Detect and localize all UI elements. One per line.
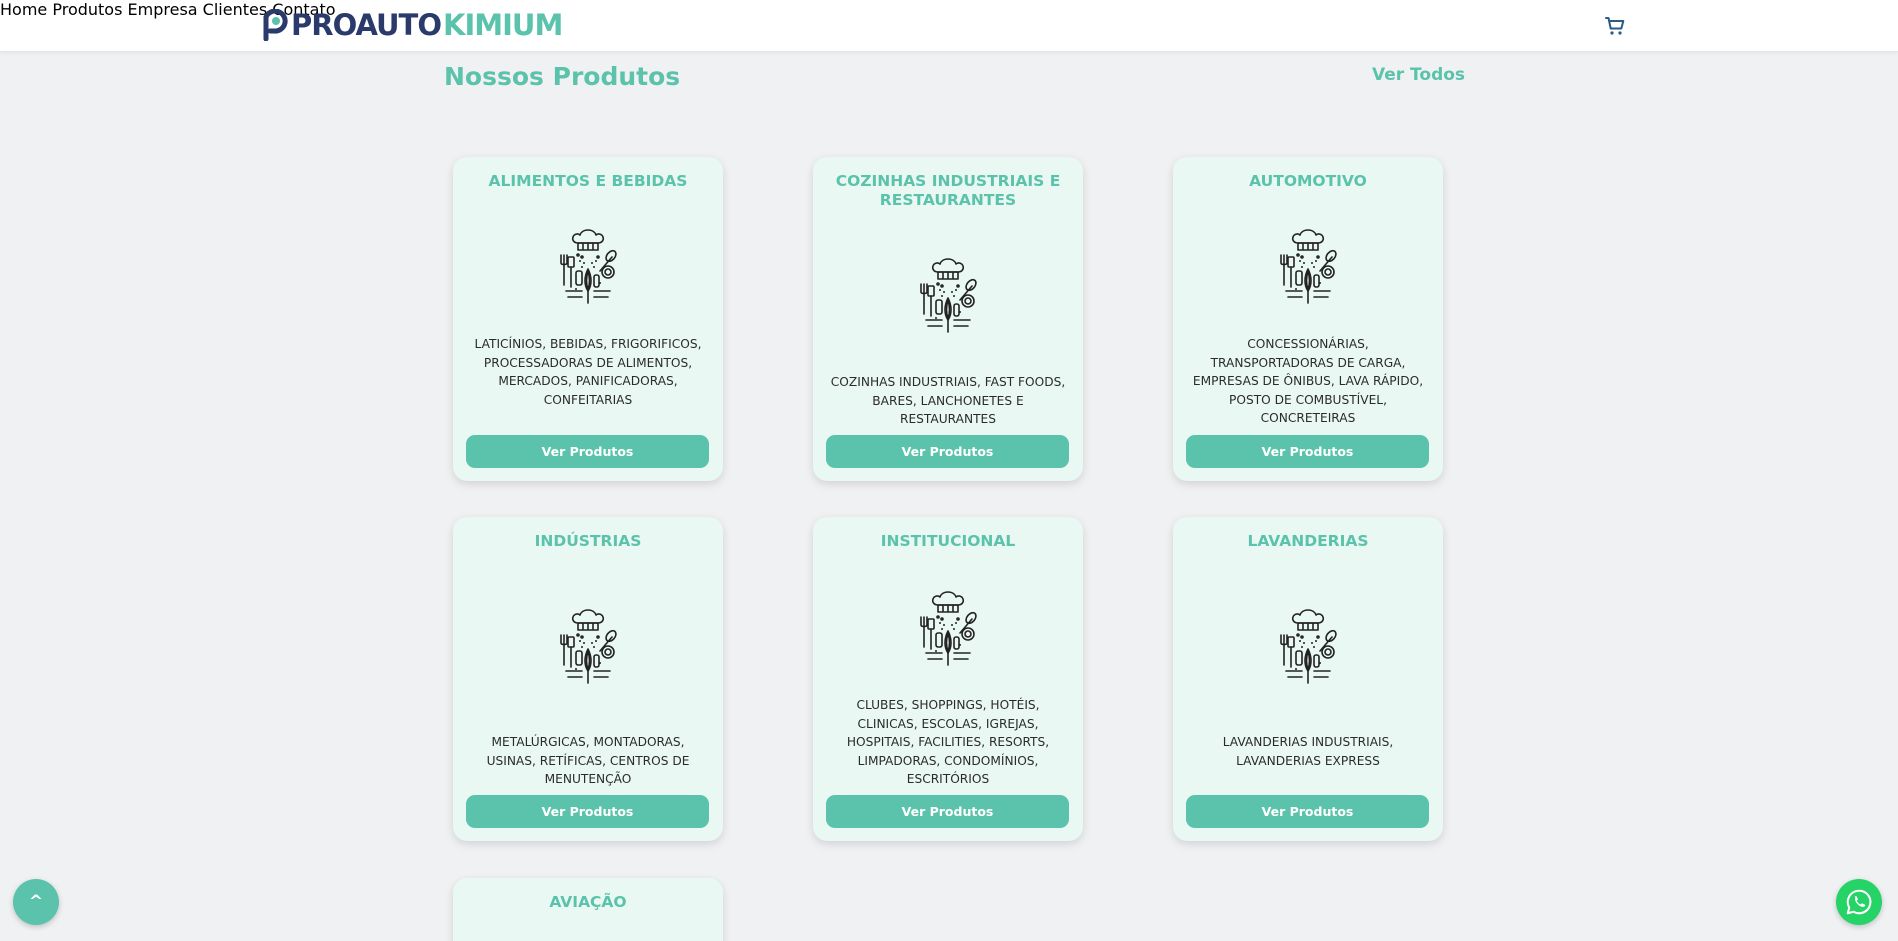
brand-word-kimium: KIMIUM xyxy=(443,8,563,42)
ver-produtos-button[interactable]: Ver Produtos xyxy=(466,795,709,828)
nav-produtos[interactable]: Produtos xyxy=(52,0,122,19)
card-title: AUTOMOTIVO xyxy=(1249,172,1367,190)
card-title: ALIMENTOS E BEBIDAS xyxy=(488,172,688,190)
card-description: METALÚRGICAS, MONTADORAS, USINAS, RETÍFI… xyxy=(486,735,690,787)
kitchen-tools-icon xyxy=(1276,607,1340,687)
section-title: Nossos Produtos xyxy=(444,62,681,91)
card-title: COZINHAS INDUSTRIAIS E RESTAURANTES xyxy=(835,172,1061,209)
category-card-industrias: INDÚSTRIAS METALÚRGICAS, MONTADORAS, USI… xyxy=(453,517,723,841)
ver-produtos-button[interactable]: Ver Produtos xyxy=(1186,435,1429,468)
nav-empresa[interactable]: Empresa xyxy=(128,0,198,19)
ver-produtos-button[interactable]: Ver Produtos xyxy=(826,795,1069,828)
card-title: INSTITUCIONAL xyxy=(880,532,1016,550)
category-card-aviacao: AVIAÇÃO xyxy=(453,878,723,941)
ver-produtos-button[interactable]: Ver Produtos xyxy=(826,435,1069,468)
kitchen-tools-icon xyxy=(556,607,620,687)
brand-logo[interactable]: PROAUTO KIMIUM xyxy=(260,8,563,42)
back-to-top-button[interactable]: ^ xyxy=(13,879,59,925)
kitchen-tools-icon xyxy=(1276,227,1340,307)
category-card-alimentos: ALIMENTOS E BEBIDAS LATICÍNIOS, BEBIDAS,… xyxy=(453,157,723,481)
kitchen-tools-icon xyxy=(916,256,980,336)
nav-clientes[interactable]: Clientes xyxy=(203,0,268,19)
site-header: PROAUTO KIMIUM Home Produtos Empresa Cli… xyxy=(0,0,1898,52)
whatsapp-icon xyxy=(1846,889,1872,915)
whatsapp-button[interactable] xyxy=(1836,879,1882,925)
card-description: COZINHAS INDUSTRIAIS, FAST FOODS, BARES,… xyxy=(830,375,1066,427)
nav-home[interactable]: Home xyxy=(0,0,47,19)
ver-produtos-button[interactable]: Ver Produtos xyxy=(466,435,709,468)
cart-icon[interactable] xyxy=(1603,14,1627,38)
category-card-lavanderias: LAVANDERIAS LAVANDERIAS INDUSTRIAIS, LAV… xyxy=(1173,517,1443,841)
category-card-automotivo: AUTOMOTIVO CONCESSIONÁRIAS, TRANSPORTADO… xyxy=(1173,157,1443,481)
card-title: AVIAÇÃO xyxy=(549,893,627,911)
kitchen-tools-icon xyxy=(916,589,980,669)
ver-produtos-button[interactable]: Ver Produtos xyxy=(1186,795,1429,828)
see-all-link[interactable]: Ver Todos xyxy=(1372,65,1465,85)
card-description: CONCESSIONÁRIAS, TRANSPORTADORAS DE CARG… xyxy=(1192,337,1424,426)
logo-mark-icon xyxy=(263,9,288,41)
card-title: INDÚSTRIAS xyxy=(534,532,642,550)
card-description: LAVANDERIAS INDUSTRIAIS, LAVANDERIAS EXP… xyxy=(1222,735,1394,768)
brand-word-proauto: PROAUTO xyxy=(291,8,442,42)
card-title: LAVANDERIAS xyxy=(1247,532,1369,550)
card-description: CLUBES, SHOPPINGS, HOTÉIS, CLINICAS, ESC… xyxy=(846,698,1050,787)
kitchen-tools-icon xyxy=(556,227,620,307)
category-card-cozinhas: COZINHAS INDUSTRIAIS E RESTAURANTES COZI… xyxy=(813,157,1083,481)
card-description: LATICÍNIOS, BEBIDAS, FRIGORIFICOS, PROCE… xyxy=(474,337,702,407)
category-card-institucional: INSTITUCIONAL CLUBES, SHOPPINGS, HOTÉIS,… xyxy=(813,517,1083,841)
